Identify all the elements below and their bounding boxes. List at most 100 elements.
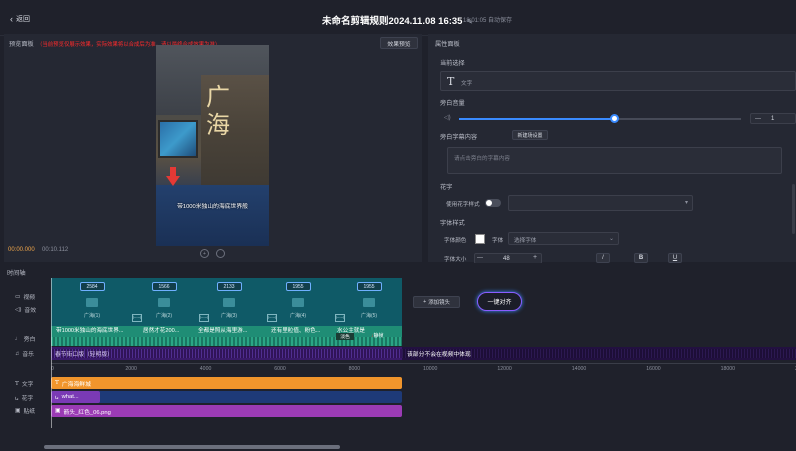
tag-pale[interactable]: 淡色 [336,333,354,340]
subtitle-label: 旁白字幕内容 [440,134,478,141]
music-name[interactable]: 春节街口版（轻明版） [55,349,113,358]
subtitle-clip-3[interactable]: 全都是照从海里游... [194,326,266,337]
folder-icon [223,298,235,307]
ruler-tick-label: 4000 [199,366,212,372]
time-current: 00:00.000 [8,247,35,253]
auto-align-button[interactable]: 一键对齐 [477,292,522,311]
music-icon: ♫ [15,350,20,357]
volume-label: 旁白音量 [440,100,465,107]
ruler-tick-label: 18000 [720,366,736,372]
play-button[interactable] [216,249,225,258]
font-select[interactable]: 选择字体 ⌄ [508,232,619,245]
clip-1[interactable]: 2584 广海(1) [58,279,126,325]
track-label-flower: ꭎ 花字 [15,393,33,403]
image-icon: ▣ [55,408,61,414]
music-track-text: 音乐 [22,352,34,358]
font-size-plus[interactable]: + [533,254,537,261]
font-color-label: 字体颜色 [444,238,467,244]
clip-name: 广海(1) [83,313,101,319]
clip-duration[interactable]: 1955 [356,282,382,291]
flower-bar-label: what... [61,394,79,400]
font-label: 字体 [492,238,504,244]
preview-title: 预览面板 [9,41,34,48]
current-select-box[interactable]: T 文字 [440,71,796,91]
prev-frame-button[interactable]: + [200,249,209,258]
underline-button[interactable]: U [668,253,682,263]
video-caption: 带1000米独山的海底世界般 [177,204,248,210]
clip-duration[interactable]: 1955 [285,282,311,291]
subtitle-clip-4[interactable]: 还有里粒值、粉色... [267,326,331,337]
clip-name: 广海(3) [220,313,238,319]
video-icon: ▭ [15,293,21,300]
clip-name: 广海(2) [155,313,173,319]
current-select-value: 文字 [461,81,473,87]
volume-stepper[interactable]: — 1 [750,113,796,124]
clip-duration[interactable]: 2584 [79,282,105,291]
effect-preview-button[interactable]: 效果预览 [380,37,418,49]
volume-value[interactable]: 1 [771,116,774,122]
audio-fx-icon: ◁) [15,306,22,313]
subtitle-clip-2[interactable]: 居然才花200... [139,326,194,337]
text-track-text: 文字 [21,382,34,388]
clip-3[interactable]: 2133 广海(3) [195,279,263,325]
track-label-sticker: ▣ 贴纸 [15,406,36,416]
add-shot-button[interactable]: + 添加镜头 [413,296,460,308]
clip-duration[interactable]: 2133 [216,282,242,291]
clip-name: 广海(4) [289,313,307,319]
font-size-label: 字体大小 [444,257,467,263]
font-color-swatch[interactable] [475,234,485,244]
italic-button[interactable]: / [596,253,610,263]
flower-bar[interactable]: ꭎ what... [51,391,402,403]
props-scrollbar[interactable] [792,184,795,234]
volume-slider-handle[interactable] [610,114,620,123]
ruler-tick-label: 16000 [646,366,661,372]
track-label-text: T 文字 [15,379,34,389]
font-size-value[interactable]: 48 [503,256,510,262]
text-bar[interactable]: T 广海海鲜城 [51,377,402,389]
overflow-note: 该部分不会在视频中体现 [407,352,471,358]
fancy-text-label: 花字 [440,184,453,191]
subtitle-textarea[interactable]: 请点击旁白的字幕内容 [447,147,782,174]
back-button[interactable]: ‹ 返回 [10,14,30,24]
clip-2[interactable]: 1566 广海(2) [130,279,198,325]
font-size-minus[interactable]: — [477,255,483,261]
ruler-line [51,363,796,364]
sticker-track-text: 贴纸 [23,409,36,415]
toggle-knob [486,200,492,206]
add-shot-label: 添加镜头 [428,300,450,306]
mic-icon: ♩ [15,335,21,342]
text-icon: T [15,380,19,387]
speaker-icon: ◁) [444,115,451,121]
clip-name: 广海(5) [360,313,378,319]
bold-button[interactable]: B [634,253,648,263]
tag-still[interactable]: ↓静帧 [371,332,384,339]
property-panel: 属性面板 当前选择 T 文字 旁白音量 ◁) — 1 旁白字幕内容 新建场设置 … [428,34,796,264]
clip-4[interactable]: 1955 广海(4) [264,279,332,325]
video-track-text: 视频 [23,295,36,301]
font-select-value: 选择字体 [514,238,537,244]
fancy-toggle[interactable] [485,199,501,207]
timeline-title: 时间轴 [7,270,26,277]
aquarium-screen [158,120,198,158]
clip-duration[interactable]: 1566 [151,282,177,291]
subtitle-clip-1[interactable]: 带1000米独山的海底世界... [52,326,136,337]
ruler-tick-label: 14000 [571,366,587,372]
sticker-bar[interactable]: ▣ 箭头_红色_06.png [51,405,402,417]
ruler-tick-label: 6000 [274,366,286,372]
flower-text-icon: ꭎ [55,395,59,401]
text-bar-label: 广海海鲜城 [61,381,91,388]
volume-minus-button[interactable]: — [755,116,761,122]
fancy-style-select[interactable]: ▾ [508,195,693,211]
project-title[interactable]: 未命名剪辑规则2024.11.08 16:35 ✎ [322,13,473,27]
track-label-narration: ♩ 旁白 [15,334,35,344]
clip-5[interactable]: 1955 广海(5) [335,279,403,325]
autosave-status: 18:01:05 自动保存 [463,18,513,24]
timeline-scrollbar[interactable] [44,445,340,449]
subtitle-placeholder: 请点击旁白的字幕内容 [454,156,510,162]
video-preview[interactable]: 广海 带1000米独山的海底世界般 [156,45,269,246]
sticker-bar-label: 箭头_红色_06.png [63,409,111,416]
subtitle-settings-button[interactable]: 新建场设置 [512,130,548,140]
chevron-down-icon: ▾ [684,200,688,206]
ruler-tick-label: 12000 [497,366,512,372]
playhead[interactable] [51,278,52,428]
